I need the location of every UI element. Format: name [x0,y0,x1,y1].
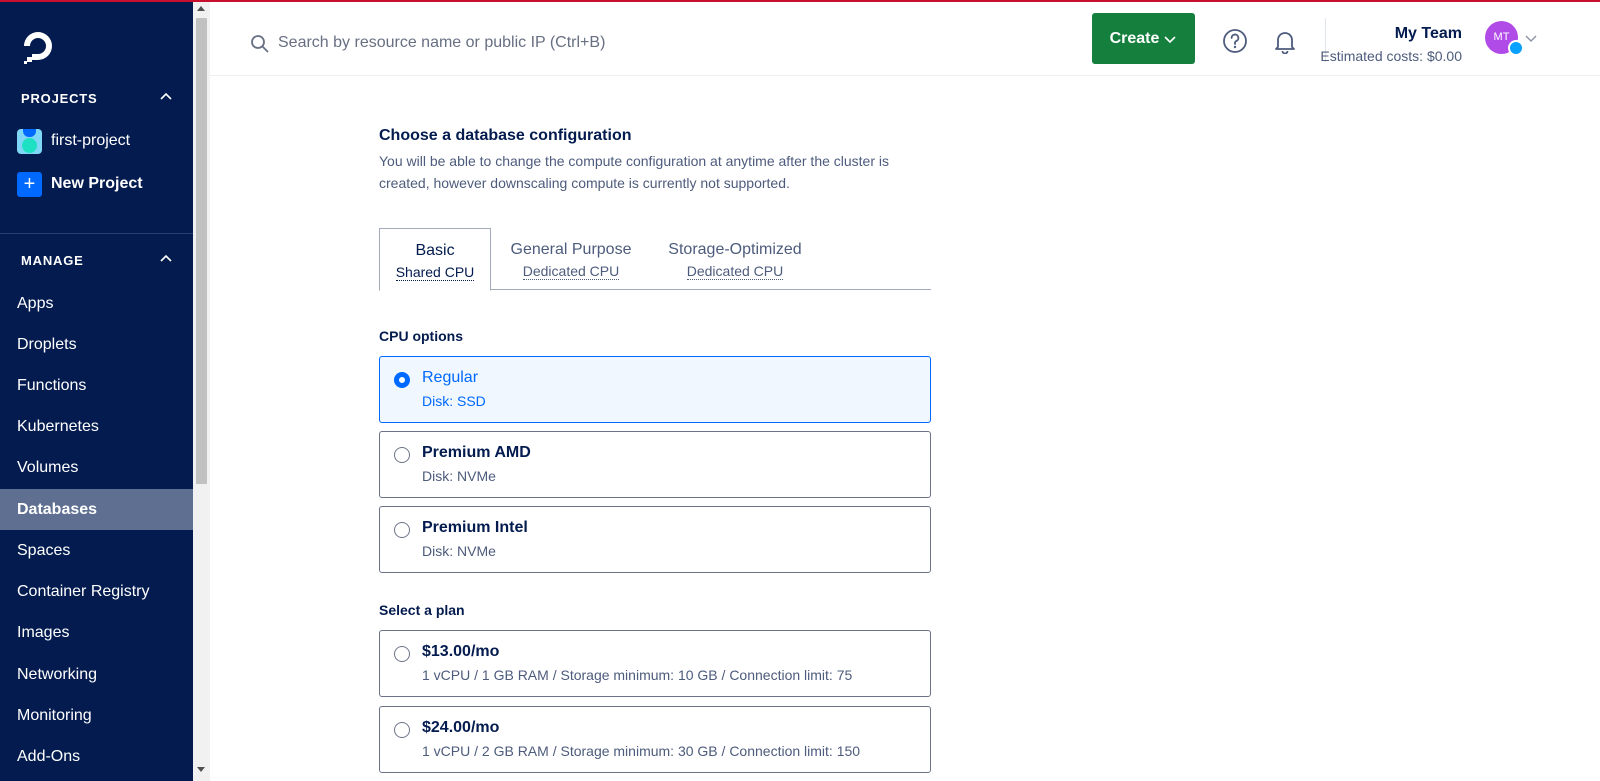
projects-heading: PROJECTS [21,91,98,106]
sidebar-item-images[interactable]: Images [0,612,193,653]
scroll-down-arrow-icon[interactable] [197,767,205,772]
sidebar-divider [0,233,193,234]
search-icon [251,35,269,53]
cpu-options-label: CPU options [379,328,463,344]
plan-option-24[interactable]: $24.00/mo 1 vCPU / 2 GB RAM / Storage mi… [379,706,931,773]
sidebar-item-networking[interactable]: Networking [0,654,193,695]
tab-sublabel: Dedicated CPU [686,263,784,280]
sidebar-scrollbar[interactable] [193,0,210,781]
plan-specs: 1 vCPU / 2 GB RAM / Storage minimum: 30 … [422,743,861,759]
tab-sublabel: Shared CPU [395,264,475,281]
config-description: You will be able to change the compute c… [379,153,890,191]
scrollbar-thumb[interactable] [196,18,207,484]
project-icon [17,128,42,154]
sidebar-item-apps[interactable]: Apps [0,283,193,324]
plus-icon: + [17,171,42,197]
tab-label: General Purpose [510,241,632,258]
radio-button[interactable] [394,646,410,662]
avatar-badge-icon [1508,40,1524,56]
radio-button[interactable] [394,522,410,538]
new-project-button[interactable]: + New Project [17,171,143,197]
sidebar-item-container-registry[interactable]: Container Registry [0,571,193,612]
config-title: Choose a database configuration [379,127,632,144]
cpu-option-premium-intel[interactable]: Premium Intel Disk: NVMe [379,506,931,573]
select-plan-label: Select a plan [379,602,465,618]
tab-basic[interactable]: Basic Shared CPU [379,228,491,291]
tab-label: Basic [415,242,455,259]
digitalocean-logo-icon[interactable] [20,28,56,64]
chevron-down-icon [1164,35,1176,43]
search-input[interactable] [278,29,678,57]
plan-price: $13.00/mo [422,643,500,660]
tab-label: Storage-Optimized [668,241,802,258]
scroll-up-arrow-icon[interactable] [197,6,205,11]
sidebar: PROJECTS first-project + New Project MAN… [0,0,193,781]
chevron-up-icon[interactable] [159,90,173,104]
sidebar-item-monitoring[interactable]: Monitoring [0,695,193,736]
sidebar-item-volumes[interactable]: Volumes [0,447,193,488]
plan-specs: 1 vCPU / 1 GB RAM / Storage minimum: 10 … [422,667,853,683]
compute-tabs: Basic Shared CPU General Purpose Dedicat… [379,228,931,291]
sidebar-item-functions[interactable]: Functions [0,365,193,406]
sidebar-item-add-ons[interactable]: Add-Ons [0,736,193,777]
radio-button[interactable] [394,372,410,388]
plan-price: $24.00/mo [422,719,500,736]
tab-storage-optimized[interactable]: Storage-Optimized Dedicated CPU [655,228,815,290]
sidebar-item-spaces[interactable]: Spaces [0,530,193,571]
option-subtitle: Disk: NVMe [422,468,496,484]
option-subtitle: Disk: NVMe [422,543,496,559]
chevron-down-icon[interactable] [1525,32,1537,44]
top-header: Create My Team Estimated costs: $0.00 MT [210,2,1600,76]
option-subtitle: Disk: SSD [422,393,486,409]
chevron-up-icon[interactable] [159,252,173,266]
tab-sublabel: Dedicated CPU [522,263,620,280]
tab-general-purpose[interactable]: General Purpose Dedicated CPU [497,228,645,290]
estimated-costs: Estimated costs: $0.00 [1320,48,1462,64]
sidebar-project-first-project[interactable]: first-project [17,128,130,154]
plan-option-13[interactable]: $13.00/mo 1 vCPU / 1 GB RAM / Storage mi… [379,630,931,697]
sidebar-item-droplets[interactable]: Droplets [0,324,193,365]
help-icon[interactable] [1222,28,1248,54]
cpu-option-premium-amd[interactable]: Premium AMD Disk: NVMe [379,431,931,498]
top-accent-bar [0,0,1600,2]
create-button[interactable]: Create [1092,13,1195,64]
option-title: Regular [422,369,479,386]
project-label: first-project [51,132,131,149]
manage-heading: MANAGE [21,253,84,268]
team-name[interactable]: My Team [1288,25,1462,43]
new-project-label: New Project [51,175,143,192]
radio-button[interactable] [394,722,410,738]
sidebar-item-databases[interactable]: Databases [0,489,193,530]
create-button-label: Create [1109,29,1160,47]
radio-button[interactable] [394,447,410,463]
option-title: Premium Intel [422,519,528,536]
option-title: Premium AMD [422,444,531,461]
cpu-option-regular[interactable]: Regular Disk: SSD [379,356,931,423]
main-content: Choose a database configuration You will… [210,76,1600,781]
sidebar-item-kubernetes[interactable]: Kubernetes [0,406,193,447]
